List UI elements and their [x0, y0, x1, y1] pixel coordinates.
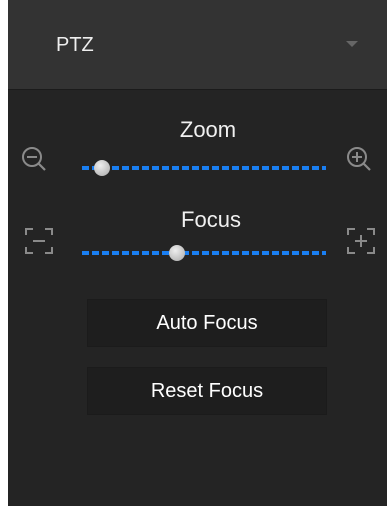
focus-label: Focus — [181, 207, 241, 232]
focus-slider-track[interactable] — [82, 251, 326, 255]
focus-far-icon[interactable] — [346, 226, 376, 256]
ptz-header[interactable]: PTZ — [8, 0, 387, 90]
focus-near-icon[interactable] — [24, 226, 54, 256]
ptz-panel: PTZ Zoom Focus Auto Focus Reset Focus — [8, 0, 387, 506]
focus-slider[interactable] — [82, 245, 326, 261]
auto-focus-button[interactable]: Auto Focus — [87, 299, 327, 347]
zoom-slider-track[interactable] — [82, 166, 326, 170]
focus-slider-thumb[interactable] — [169, 245, 186, 261]
zoom-slider[interactable] — [82, 160, 326, 176]
caret-down-icon[interactable] — [346, 41, 358, 47]
reset-focus-button[interactable]: Reset Focus — [87, 367, 327, 415]
zoom-slider-thumb[interactable] — [93, 160, 110, 176]
ptz-title: PTZ — [56, 34, 94, 56]
zoom-in-icon[interactable] — [345, 145, 375, 175]
zoom-label: Zoom — [179, 117, 237, 142]
zoom-out-icon[interactable] — [20, 145, 50, 175]
